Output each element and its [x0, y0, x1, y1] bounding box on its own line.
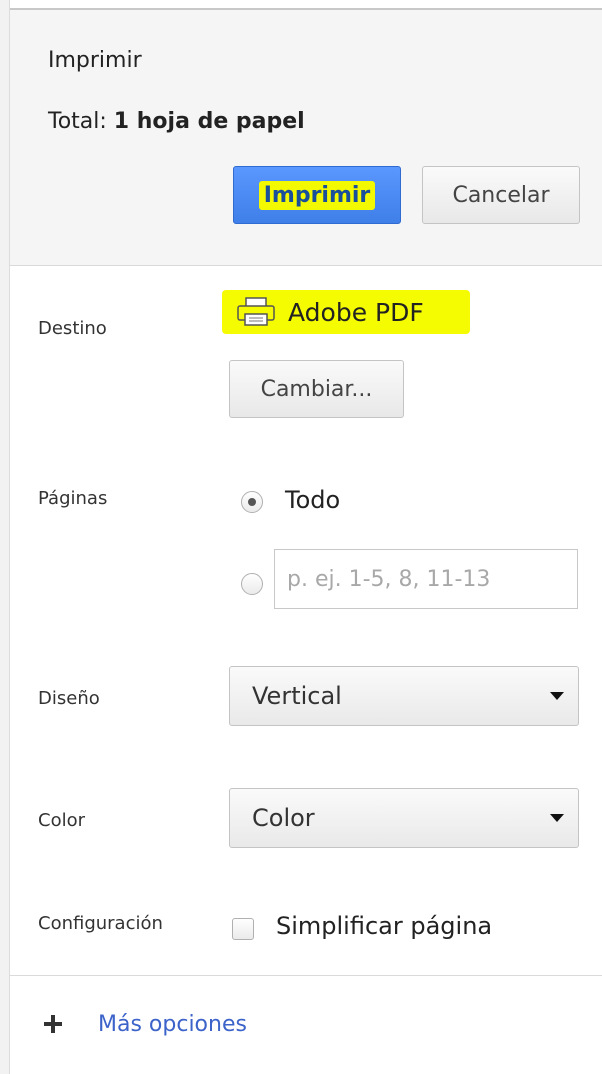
color-select-value: Color [252, 804, 315, 832]
page-title: Imprimir [48, 48, 142, 73]
more-options-link[interactable]: Más opciones [98, 1012, 247, 1037]
color-label: Color [38, 810, 85, 831]
more-options-row[interactable]: Más opciones [38, 1006, 247, 1042]
chevron-down-icon [550, 692, 564, 700]
total-prefix: Total: [48, 109, 107, 134]
cancel-button[interactable]: Cancelar [422, 166, 580, 224]
simplify-page-checkbox[interactable] [232, 918, 254, 940]
pages-label: Páginas [38, 488, 108, 509]
destination-label: Destino [38, 318, 107, 339]
pages-custom-radio[interactable] [241, 573, 263, 595]
pages-all-radio[interactable] [241, 491, 263, 513]
layout-label: Diseño [38, 688, 100, 709]
destination-printer: Adobe PDF [222, 290, 470, 334]
simplify-page-label: Simplificar página [276, 912, 493, 940]
destination-name: Adobe PDF [288, 297, 424, 327]
total-value: 1 hoja de papel [113, 109, 305, 134]
settings-label: Configuración [38, 913, 163, 934]
pages-custom-input[interactable] [274, 549, 578, 609]
printer-icon [234, 296, 278, 328]
layout-select[interactable]: Vertical [229, 666, 579, 726]
total-sheets: Total: 1 hoja de papel [48, 109, 305, 134]
panel-edge [0, 0, 10, 1074]
print-header: Imprimir Total: 1 hoja de papel Imprimir… [10, 10, 602, 266]
color-select[interactable]: Color [229, 788, 579, 848]
print-button[interactable]: Imprimir [233, 166, 401, 224]
divider [10, 975, 602, 976]
chevron-down-icon [550, 814, 564, 822]
change-destination-button[interactable]: Cambiar... [229, 360, 404, 418]
layout-select-value: Vertical [252, 682, 342, 710]
pages-all-label: Todo [285, 486, 341, 514]
plus-icon [44, 1015, 62, 1033]
print-button-label: Imprimir [258, 180, 376, 210]
